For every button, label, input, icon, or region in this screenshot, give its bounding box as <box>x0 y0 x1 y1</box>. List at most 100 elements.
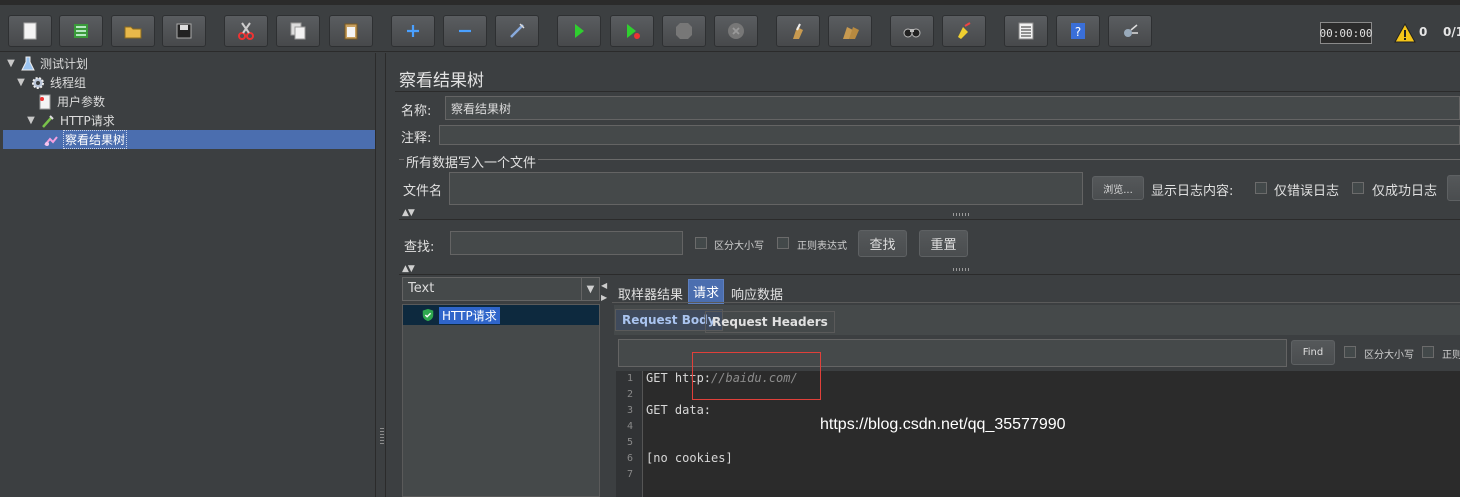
collapse-button[interactable] <box>443 15 487 47</box>
file-group-border <box>399 159 1460 160</box>
comment-field[interactable] <box>439 125 1460 145</box>
toggle-button[interactable] <box>495 15 539 47</box>
active-thread-count: 0/1 <box>1443 25 1460 39</box>
binoculars-icon <box>903 28 921 38</box>
templates-button[interactable] <box>59 15 103 47</box>
find-regex-checkbox[interactable] <box>1422 346 1434 358</box>
copy-button[interactable] <box>276 15 320 47</box>
section-divider <box>399 274 1460 275</box>
tab-request[interactable]: 请求 <box>688 279 725 304</box>
search-submit-button[interactable]: 查找 <box>858 230 907 257</box>
list-item-label: HTTP请求 <box>439 306 500 324</box>
case-sensitive-checkbox[interactable] <box>695 237 707 249</box>
regex-label: 正则表达式 <box>797 241 847 252</box>
split-right-arrow-icon[interactable]: ▶ <box>601 293 607 302</box>
search-input[interactable] <box>450 231 683 255</box>
tree-item-label: 线程组 <box>50 76 87 90</box>
browse-button[interactable]: 浏览... <box>1092 176 1144 200</box>
broom-icon <box>793 23 803 39</box>
remote-button[interactable] <box>1108 15 1152 47</box>
cut-button[interactable] <box>224 15 268 47</box>
find-case-checkbox[interactable] <box>1344 346 1356 358</box>
results-splitter[interactable]: ◀ ▶ <box>601 277 609 497</box>
filename-field[interactable] <box>449 172 1083 205</box>
clear-all-button[interactable] <box>828 15 872 47</box>
case-sensitive-label: 区分大小写 <box>714 241 764 252</box>
collapse-toggle-icon[interactable]: ▼ <box>15 77 27 89</box>
function-helper-button[interactable] <box>1004 15 1048 47</box>
renderer-value: Text <box>408 281 435 296</box>
stop-icon <box>676 23 692 39</box>
tree-item-label: 察看结果树 <box>63 130 128 149</box>
name-field[interactable]: 察看结果树 <box>445 96 1460 120</box>
divider-grip[interactable] <box>953 268 971 271</box>
open-button[interactable] <box>111 15 155 47</box>
warning-count: 0 <box>1419 25 1428 39</box>
paste-button[interactable] <box>329 15 373 47</box>
find-button[interactable]: Find <box>1291 340 1335 365</box>
expand-button[interactable] <box>391 15 435 47</box>
help-button[interactable]: ? <box>1056 15 1100 47</box>
success-only-label: 仅成功日志 <box>1372 184 1438 199</box>
success-only-checkbox[interactable] <box>1352 182 1364 194</box>
copy-icon <box>290 22 306 40</box>
broom-all-icon <box>843 27 859 39</box>
line-number: 5 <box>626 437 633 448</box>
chevron-down-icon[interactable]: ▼ <box>581 278 599 300</box>
shutdown-button[interactable] <box>714 15 758 47</box>
tab-divider <box>612 302 1460 303</box>
configure-button[interactable] <box>1447 175 1460 201</box>
list-item[interactable]: HTTP请求 <box>403 305 599 325</box>
list-icon <box>1018 22 1034 40</box>
tree-item-thread-group[interactable]: ▼ 线程组 <box>15 73 86 92</box>
code-line: GET data: <box>646 403 711 417</box>
tree-item-label: 用户参数 <box>57 95 106 109</box>
play-no-pause-icon <box>627 24 640 39</box>
tree-item-test-plan[interactable]: ▼ 测试计划 <box>5 54 88 73</box>
start-no-pauses-button[interactable] <box>610 15 654 47</box>
new-button[interactable] <box>8 15 52 47</box>
search-button[interactable] <box>890 15 934 47</box>
tab-request-headers[interactable]: Request Headers <box>705 311 835 333</box>
collapse-arrows-icon[interactable]: ▲▼ <box>402 208 415 218</box>
collapse-toggle-icon[interactable]: ▼ <box>25 115 37 127</box>
collapse-arrows-icon[interactable]: ▲▼ <box>402 264 415 274</box>
start-button[interactable] <box>557 15 601 47</box>
stop-button[interactable] <box>662 15 706 47</box>
code-text: GET data: <box>646 403 712 417</box>
renderer-select[interactable]: Text ▼ <box>402 277 600 301</box>
errors-only-checkbox[interactable] <box>1255 182 1267 194</box>
split-left-arrow-icon[interactable]: ◀ <box>601 281 607 290</box>
line-number: 2 <box>626 389 633 400</box>
line-number: 4 <box>626 421 633 432</box>
collapse-toggle-icon[interactable]: ▼ <box>5 58 17 70</box>
comment-label: 注释: <box>401 131 432 146</box>
warning-icon[interactable] <box>1394 22 1416 44</box>
save-button[interactable] <box>162 15 206 47</box>
results-tree-icon <box>43 132 59 148</box>
new-icon <box>23 22 37 40</box>
tree-item-http-request[interactable]: ▼ HTTP请求 <box>25 111 115 130</box>
splitter-grip[interactable] <box>380 428 384 444</box>
sample-result-list[interactable]: HTTP请求 <box>402 304 600 497</box>
test-plan-tree[interactable]: ▼ 测试计划 ▼ 线程组 用户参数 ▼ HTTP请求 察看结果树 <box>0 53 376 497</box>
tree-item-label: 测试计划 <box>40 57 89 71</box>
find-regex-label: 正则 <box>1442 350 1460 361</box>
tree-item-user-params[interactable]: 用户参数 <box>37 92 105 111</box>
minus-icon <box>459 29 471 33</box>
reset-search-button[interactable] <box>942 15 986 47</box>
search-label: 查找: <box>404 240 435 255</box>
watermark: https://blog.csdn.net/qq_35577990 <box>820 416 1066 433</box>
regex-checkbox[interactable] <box>777 237 789 249</box>
help-icon: ? <box>1071 23 1085 39</box>
line-number-gutter: 1 2 3 4 5 6 7 <box>616 371 643 497</box>
divider-grip[interactable] <box>953 213 971 216</box>
filename-label: 文件名 <box>403 184 443 199</box>
wand-icon <box>510 23 525 38</box>
line-number: 7 <box>626 469 633 480</box>
clear-button[interactable] <box>776 15 820 47</box>
tree-item-view-results-tree[interactable]: 察看结果树 <box>3 130 375 149</box>
reset-button[interactable]: 重置 <box>919 230 968 257</box>
find-case-label: 区分大小写 <box>1364 350 1414 361</box>
save-icon <box>176 23 192 39</box>
